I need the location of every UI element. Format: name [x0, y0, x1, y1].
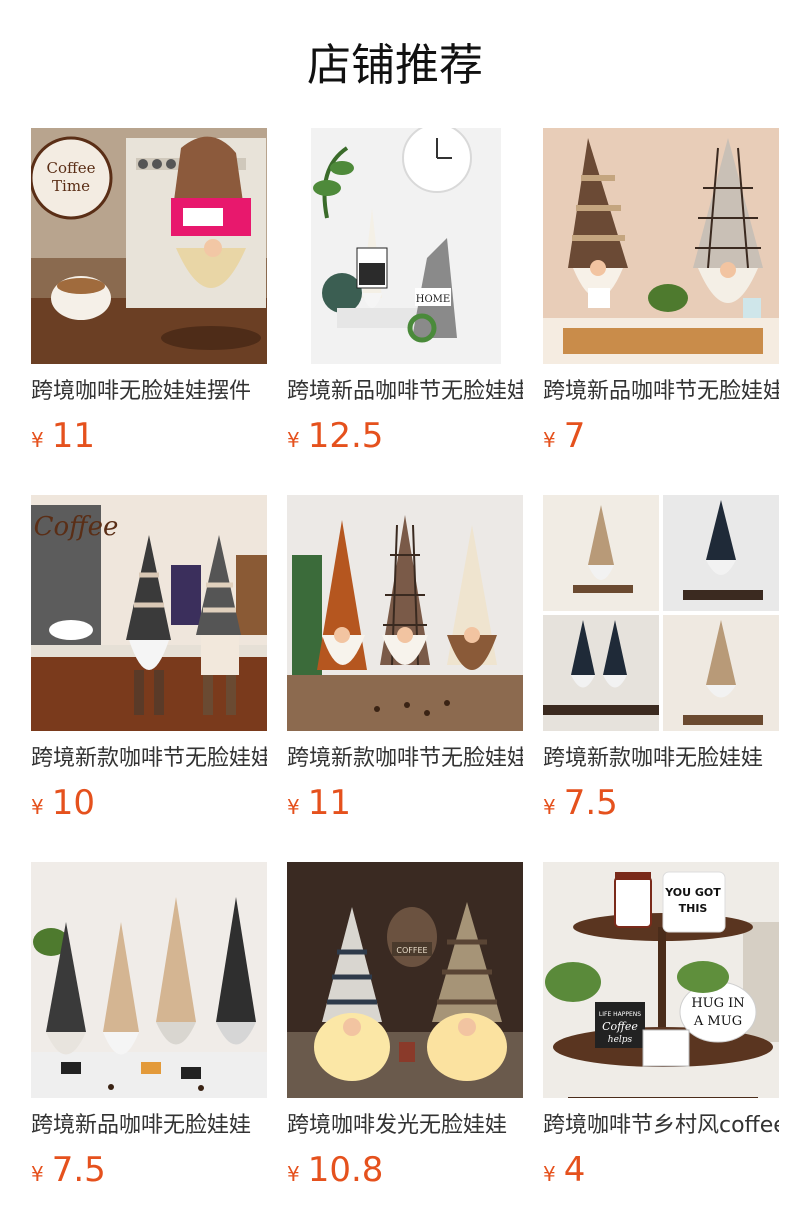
- product-name[interactable]: 跨境咖啡节乡村风coffee: [543, 1110, 779, 1142]
- product-price: ¥7: [543, 414, 585, 458]
- currency-symbol: ¥: [31, 795, 44, 819]
- product-price: ¥12.5: [287, 414, 383, 458]
- product-image[interactable]: HOME: [287, 128, 523, 364]
- badge-text: THIS: [679, 902, 708, 915]
- badge-text: HUG IN: [691, 996, 744, 1011]
- product-name[interactable]: 跨境新款咖啡节无脸娃娃: [31, 743, 267, 775]
- product-card[interactable]: 跨境新款咖啡无脸娃娃 ¥7.5: [543, 495, 779, 835]
- product-price: ¥11: [31, 414, 95, 458]
- currency-symbol: ¥: [543, 428, 556, 452]
- price-amount: 10: [51, 783, 95, 823]
- price-amount: 11: [51, 416, 95, 456]
- price-amount: 11: [307, 783, 351, 823]
- currency-symbol: ¥: [287, 428, 300, 452]
- badge-text: Coffee: [47, 159, 96, 177]
- product-name[interactable]: 跨境新款咖啡无脸娃娃: [543, 743, 779, 775]
- badge-text: Coffee: [34, 512, 119, 542]
- product-card[interactable]: HOME 跨境新品咖啡节无脸娃娃 ¥12.5: [287, 128, 523, 468]
- product-card[interactable]: 跨境新款咖啡节无脸娃娃 ¥11: [287, 495, 523, 835]
- badge-text: Time: [52, 177, 90, 195]
- badge-text: Coffee: [602, 1020, 638, 1033]
- badge-text: LIFE HAPPENS: [599, 1011, 641, 1018]
- badge-text: COFFEE: [396, 946, 427, 955]
- page-title: 店铺推荐: [307, 40, 483, 91]
- badge-text: A MUG: [693, 1014, 742, 1029]
- product-card[interactable]: YOU GOT THIS HUG IN A MUG LIFE HAPPENS C…: [543, 862, 779, 1202]
- product-name[interactable]: 跨境新品咖啡节无脸娃娃: [543, 376, 779, 408]
- badge-text: helps: [608, 1035, 633, 1045]
- currency-symbol: ¥: [31, 1162, 44, 1186]
- product-card[interactable]: 跨境新品咖啡节无脸娃娃 ¥7: [543, 128, 779, 468]
- product-card[interactable]: 跨境新品咖啡无脸娃娃 ¥7.5: [31, 862, 267, 1202]
- product-image[interactable]: [31, 862, 267, 1098]
- product-image[interactable]: [543, 128, 779, 364]
- product-name[interactable]: 跨境咖啡无脸娃娃摆件: [31, 376, 267, 408]
- product-name[interactable]: 跨境新款咖啡节无脸娃娃: [287, 743, 523, 775]
- product-name[interactable]: 跨境新品咖啡无脸娃娃: [31, 1110, 267, 1142]
- product-price: ¥11: [287, 781, 351, 825]
- product-card[interactable]: COFFEE 跨境咖啡发光无脸娃娃 ¥10.8: [287, 862, 523, 1202]
- price-amount: 7.5: [563, 783, 618, 823]
- product-image[interactable]: COFFEE: [287, 862, 523, 1098]
- product-card[interactable]: Coffee Time 跨境咖啡无脸娃娃摆件 ¥11: [31, 128, 267, 468]
- product-image[interactable]: [543, 495, 779, 731]
- product-price: ¥4: [543, 1148, 585, 1192]
- product-image[interactable]: YOU GOT THIS HUG IN A MUG LIFE HAPPENS C…: [543, 862, 779, 1098]
- currency-symbol: ¥: [543, 1162, 556, 1186]
- price-amount: 7: [563, 416, 586, 456]
- price-amount: 7.5: [51, 1150, 106, 1190]
- product-card[interactable]: Coffee 跨境新款咖啡节无脸娃娃 ¥10: [31, 495, 267, 835]
- badge-text: YOU GOT: [664, 886, 721, 899]
- badge-text: HOME: [416, 294, 450, 305]
- currency-symbol: ¥: [287, 1162, 300, 1186]
- product-image[interactable]: [287, 495, 523, 731]
- product-name[interactable]: 跨境咖啡发光无脸娃娃: [287, 1110, 523, 1142]
- product-price: ¥7.5: [31, 1148, 106, 1192]
- currency-symbol: ¥: [287, 795, 300, 819]
- product-image[interactable]: Coffee Time: [31, 128, 267, 364]
- product-price: ¥10: [31, 781, 95, 825]
- product-name[interactable]: 跨境新品咖啡节无脸娃娃: [287, 376, 523, 408]
- price-amount: 12.5: [307, 416, 384, 456]
- currency-symbol: ¥: [31, 428, 44, 452]
- price-amount: 10.8: [307, 1150, 384, 1190]
- product-price: ¥10.8: [287, 1148, 383, 1192]
- product-price: ¥7.5: [543, 781, 618, 825]
- product-image[interactable]: Coffee: [31, 495, 267, 731]
- currency-symbol: ¥: [543, 795, 556, 819]
- price-amount: 4: [563, 1150, 586, 1190]
